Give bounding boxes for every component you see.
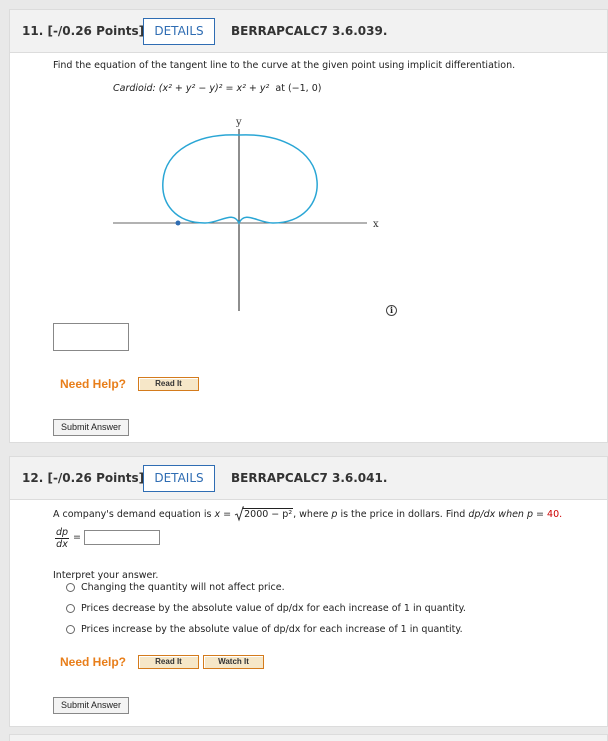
cardioid-graph: y x [113, 117, 379, 311]
q12-option-1-label: Changing the quantity will not affect pr… [81, 582, 285, 593]
q11-submit-button[interactable]: Submit Answer [53, 419, 129, 436]
q11-header: 11. [-/0.26 Points] DETAILS BERRAPCALC7 … [9, 9, 608, 53]
q12-option-3-radio[interactable] [66, 625, 75, 634]
q11-problem-code: BERRAPCALC7 3.6.039. [231, 24, 388, 38]
q12-option-2-label: Prices decrease by the absolute value of… [81, 603, 466, 614]
q12-details-button[interactable]: DETAILS [143, 465, 215, 492]
q12-submit-button[interactable]: Submit Answer [53, 697, 129, 714]
q11-read-it-button[interactable]: Read It [138, 377, 199, 391]
q12-p-value: 40. [547, 509, 563, 520]
q11-number-points: 11. [-/0.26 Points] [22, 24, 145, 38]
q12-header: 12. [-/0.26 Points] DETAILS BERRAPCALC7 … [9, 456, 608, 500]
tangent-point-dot [175, 220, 181, 226]
q12-read-it-button[interactable]: Read It [138, 655, 199, 669]
q12-number-points: 12. [-/0.26 Points] [22, 471, 145, 485]
q12-need-help: Need Help? [60, 655, 127, 669]
q11-details-button[interactable]: DETAILS [143, 18, 215, 45]
q12-interpret-label: Interpret your answer. [53, 570, 159, 581]
q11-body: Find the equation of the tangent line to… [9, 52, 608, 443]
cardioid-curve [162, 134, 318, 225]
next-question-header-edge [9, 734, 608, 741]
q12-answer-input[interactable] [84, 530, 160, 545]
q12-problem-code: BERRAPCALC7 3.6.041. [231, 471, 388, 485]
x-axis-label: x [373, 219, 379, 230]
q12-option-1-radio[interactable] [66, 583, 75, 592]
q11-answer-input[interactable] [53, 323, 129, 351]
q12-watch-it-button[interactable]: Watch It [203, 655, 264, 669]
q12-option-3-label: Prices increase by the absolute value of… [81, 624, 463, 635]
y-axis-label: y [235, 117, 242, 128]
q12-option-2-radio[interactable] [66, 604, 75, 613]
q11-need-help: Need Help? [60, 377, 127, 391]
q12-prompt: A company's demand equation is x = 2000 … [53, 506, 563, 522]
q11-equation-line: Cardioid: (x² + y² − y)² = x² + y² at (−… [113, 83, 322, 94]
q12-body: A company's demand equation is x = 2000 … [9, 499, 608, 727]
q12-equals: = [73, 532, 81, 543]
q11-prompt: Find the equation of the tangent line to… [53, 60, 516, 71]
info-icon[interactable]: i [386, 305, 397, 316]
q12-fraction: dp dx [55, 527, 69, 550]
